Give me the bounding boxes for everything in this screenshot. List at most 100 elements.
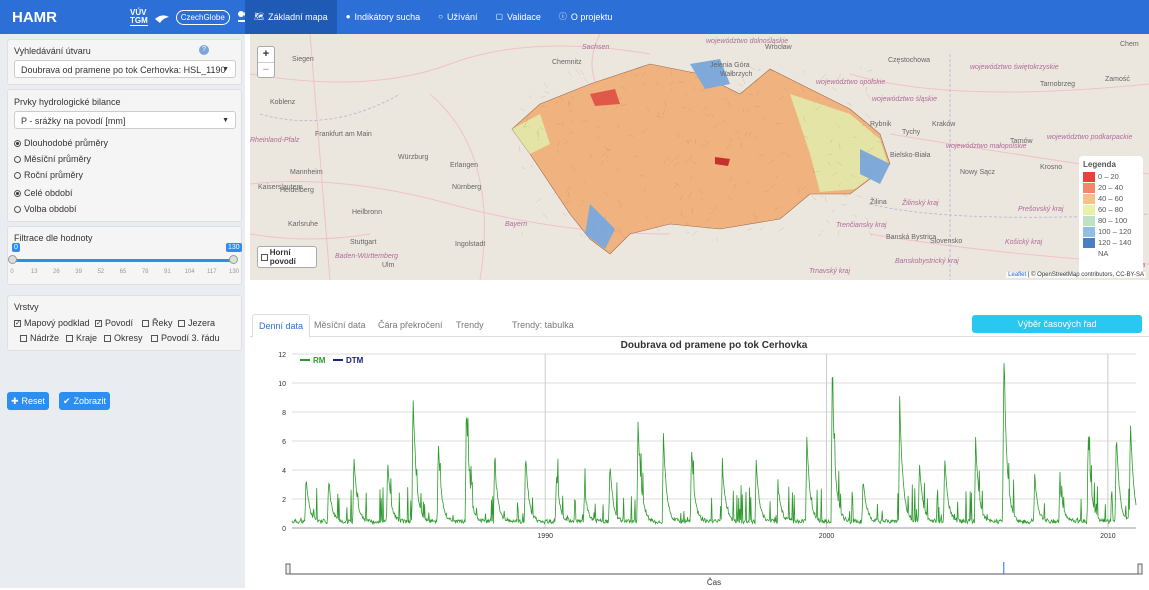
show-button[interactable]: ✔ Zobrazit (59, 392, 111, 410)
map-label-koblenz: Koblenz (270, 99, 296, 106)
legend-swatch (1083, 182, 1095, 193)
leaflet-link[interactable]: Leaflet (1008, 272, 1026, 278)
slider-max-value: 130 (226, 243, 242, 252)
layer-checkbox-6[interactable]: Okresy (104, 333, 143, 343)
radio-yearly[interactable]: Roční průměry (14, 170, 83, 180)
checkbox-icon (151, 334, 158, 342)
range-handle-right[interactable] (1137, 563, 1143, 575)
copy-icon: ▢ (495, 12, 504, 21)
nav-item-1[interactable]: ● Indikátory sucha (337, 0, 429, 34)
line-chart[interactable]: Doubrava od pramene po tok Cerhovka 0 2 4 6 8… (250, 336, 1149, 588)
balance-select[interactable]: P - srážky na povodí [mm] ▼ (14, 111, 236, 129)
map-label-slovensko: Slovensko (930, 238, 963, 245)
horni-povodi-toggle[interactable]: Horní povodí (257, 246, 317, 268)
layer-checkbox-3[interactable]: Jezera (178, 318, 215, 328)
tab-4[interactable]: Trendy: tabulka (506, 314, 580, 336)
map-label-stuttgart: Stuttgart (350, 239, 377, 246)
help-icon[interactable]: ? (199, 45, 209, 55)
y-tick-label: 10 (278, 381, 286, 388)
y-tick-label: 4 (282, 468, 286, 475)
series-picker-button[interactable]: Výběr časových řad (972, 315, 1142, 333)
range-handle-left[interactable] (285, 563, 291, 575)
legend-label: NA (1098, 249, 1109, 258)
show-label: Zobrazit (73, 396, 107, 406)
layer-checkbox-1[interactable]: ✓ Povodí (95, 318, 133, 328)
layer-checkbox-2[interactable]: Řeky (142, 318, 173, 328)
attribution-text: | © OpenStreetMap contributors, CC-BY-SA (1026, 272, 1144, 278)
sidebar: Vyhledávání útvaru ? Doubrava od pramene… (0, 34, 245, 588)
legend-item: 40 – 60 (1083, 193, 1139, 204)
radio-dot (14, 205, 21, 213)
value-slider[interactable] (8, 255, 238, 264)
y-tick-label: 0 (282, 526, 286, 533)
radio-choose-period[interactable]: Volba období (14, 204, 77, 214)
radio-monthly[interactable]: Měsíční průměry (14, 154, 91, 164)
zoom-out-button[interactable]: − (258, 63, 274, 78)
y-tick-label: 8 (282, 410, 286, 417)
layers-label: Vrstvy (14, 302, 39, 312)
radio-label: Dlouhodobé průměry (24, 138, 109, 148)
layers-panel: Vrstvy ✓ Mapový podklad ✓ Povodí Řeky Jezera N… (7, 295, 242, 351)
checkbox-icon: ✓ (95, 319, 102, 327)
reset-label: Reset (21, 396, 46, 406)
slider-tick-label: 39 (75, 269, 82, 275)
tab-3[interactable]: Trendy (450, 314, 490, 336)
radio-long-term[interactable]: Dlouhodobé průměry (14, 138, 108, 148)
bird-logo-icon (154, 15, 169, 23)
legend-label: 120 – 140 (1098, 238, 1132, 247)
map-label-sachsen: Sachsen (582, 44, 610, 51)
legend-swatch (1083, 204, 1095, 215)
slider-handle-max[interactable] (229, 255, 238, 264)
zoom-in-button[interactable]: + (258, 47, 274, 63)
nav-item-3[interactable]: ▢ Validace (486, 0, 549, 34)
layer-checkbox-4[interactable]: Nádrže (20, 333, 59, 343)
layer-checkbox-0[interactable]: ✓ Mapový podklad (14, 318, 90, 328)
nav-item-4[interactable]: ⓘ O projektu (550, 0, 622, 34)
nav-label: Validace (507, 12, 541, 22)
layer-checkbox-7[interactable]: Povodí 3. řádu (151, 333, 220, 343)
legend-label: 80 – 100 (1098, 216, 1128, 225)
tab-0[interactable]: Denní data (252, 314, 311, 338)
balance-panel: Prvky hydrologické bilance P - srážky na… (7, 89, 242, 222)
radio-whole-period[interactable]: Celé období (14, 188, 73, 198)
nav-item-2[interactable]: ○ Užívání (429, 0, 486, 34)
search-select[interactable]: Doubrava od pramene po tok Cerhovka: HSL… (14, 60, 236, 78)
map-label-banska: Banská Bystrica (886, 234, 937, 241)
checkbox-icon (261, 253, 268, 261)
layer-checkbox-5[interactable]: Kraje (66, 333, 97, 343)
slider-tick-label: 65 (119, 269, 127, 275)
tab-2[interactable]: Čára překročení (372, 314, 449, 336)
chart-title: Doubrava od pramene po tok Cerhovka (621, 340, 808, 351)
reset-button[interactable]: ✚ Reset (7, 392, 50, 410)
radio-label: Měsíční průměry (24, 154, 92, 164)
map-label-trenciansky: Trenčiansky kraj (836, 222, 887, 229)
nav-item-0[interactable]: 🗺 Základní mapa (245, 0, 337, 34)
search-label: Vyhledávání útvaru (14, 46, 91, 56)
map-label-opolskie: województwo opolskie (816, 79, 886, 86)
legend-item: 60 – 80 (1083, 204, 1139, 215)
map-label-chemnitz: Chemnitz (552, 59, 582, 66)
brand-title[interactable]: HAMR (12, 9, 57, 26)
partner-logos: VÚV TGM CzechGlobe (130, 4, 252, 30)
radio-dot (14, 139, 21, 147)
map-label-rheinland: Rheinland-Pfalz (250, 137, 300, 144)
legend-label: 0 – 20 (1098, 172, 1119, 181)
legend-label-dtm: DTM (346, 356, 364, 365)
series-line-rm (291, 363, 1137, 525)
y-tick-label: 2 (282, 497, 286, 504)
tab-1[interactable]: Měsíční data (308, 314, 372, 336)
radio-label: Celé období (24, 188, 73, 198)
slider-handle-min[interactable] (8, 255, 17, 264)
legend-item: 0 – 20 (1083, 171, 1139, 182)
slider-ticks: 0 13 26 39 52 65 78 91 104 117 130 (10, 269, 239, 277)
radio-dot (14, 189, 21, 197)
legend-label: 60 – 80 (1098, 205, 1124, 214)
map-label-wroclaw: Wrocław (765, 44, 792, 51)
map-label-tychy: Tychy (902, 129, 921, 136)
map-label-presov: Prešovský kraj (1018, 206, 1064, 213)
nav-label: Základní mapa (268, 12, 328, 22)
map-label-baden: Baden-Württemberg (335, 253, 399, 260)
map-label-slaskie: województwo śląskie (872, 96, 937, 103)
layer-label: Povodí (105, 318, 134, 328)
map[interactable]: Siegen Koblenz Frankfurt am Main Würzburg Ma… (250, 34, 1149, 280)
